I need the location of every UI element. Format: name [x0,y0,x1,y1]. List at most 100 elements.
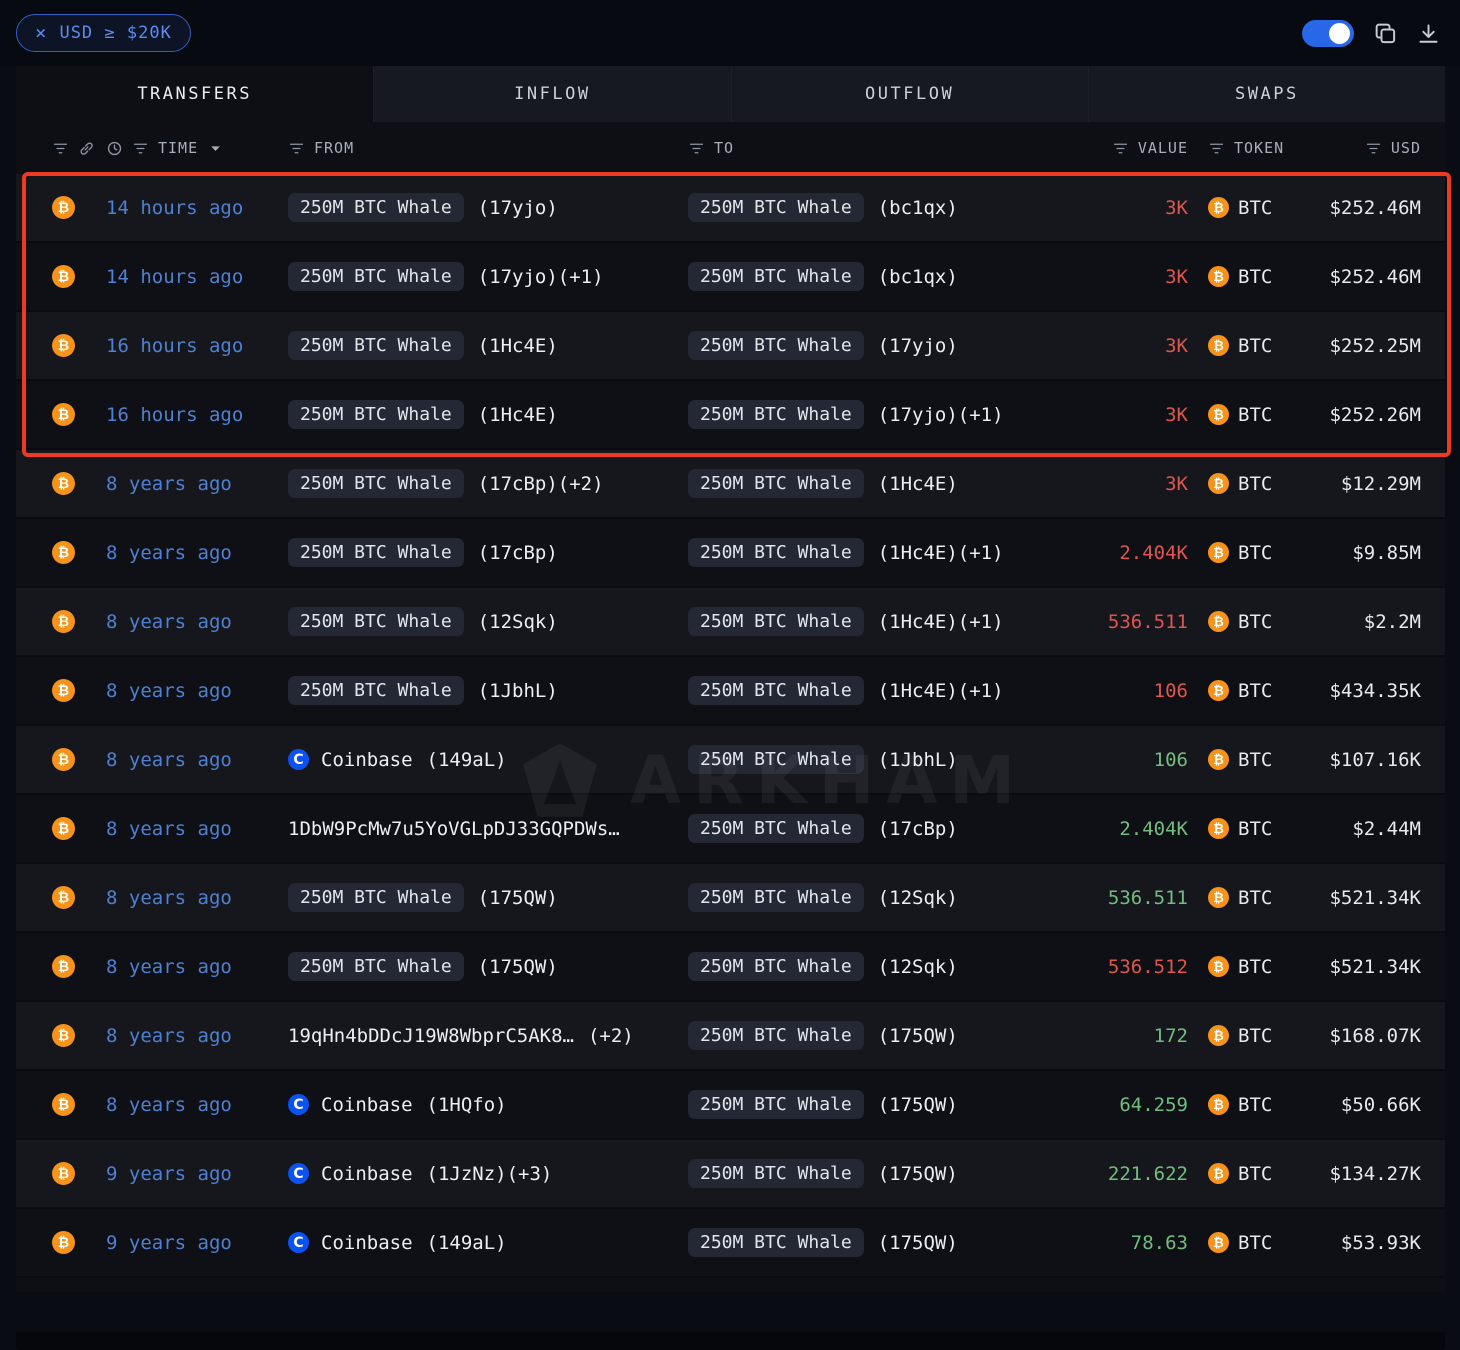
to-cell[interactable]: 250M BTC Whale (1Hc4E) [688,469,1048,498]
usd-toggle[interactable] [1302,20,1354,47]
table-row[interactable]: ₿ 9 years ago CCoinbase(1JzNz)(+3) 250M … [16,1140,1445,1209]
from-cell[interactable]: 250M BTC Whale(1JbhL) [288,676,688,705]
to-cell[interactable]: 250M BTC Whale(12Sqk) [688,883,1048,912]
address-short[interactable]: (1JbhL) [878,749,958,771]
time-link[interactable]: 9 years ago [106,1232,232,1254]
address-short[interactable]: (1Hc4E) [478,335,558,357]
time-link[interactable]: 8 years ago [106,749,232,771]
entity-chip[interactable]: 250M BTC Whale [688,745,864,774]
time-link[interactable]: 16 hours ago [106,335,243,357]
to-cell[interactable]: 250M BTC Whale (17cBp) [688,814,1048,843]
to-cell[interactable]: 250M BTC Whale(bc1qx) [688,193,1048,222]
from-cell[interactable]: 1DbW9PcMw7u5YoVGLpDJ33GQPDWs… [288,818,688,840]
address-short[interactable]: (17cBp) [478,542,558,564]
entity-chip[interactable]: 250M BTC Whale [288,952,464,981]
link-icon[interactable] [78,140,95,157]
to-cell[interactable]: 250M BTC Whale(17yjo) [688,331,1048,360]
entity-chip[interactable]: 250M BTC Whale [688,676,864,705]
address-short[interactable]: (1Hc4E)(+1) [878,680,1004,702]
time-link[interactable]: 8 years ago [106,611,232,633]
time-link[interactable]: 8 years ago [106,680,232,702]
bottom-scrollbar[interactable] [16,1332,1445,1350]
address-short[interactable]: (+2) [588,1025,634,1047]
from-cell[interactable]: 250M BTC Whale(12Sqk) [288,607,688,636]
entity-chip[interactable]: 250M BTC Whale [688,952,864,981]
table-row[interactable]: ₿ 8 years ago CCoinbase(149aL) 250M BTC … [16,726,1445,795]
entity-chip[interactable]: 250M BTC Whale [288,193,464,222]
entity-name[interactable]: Coinbase [321,1094,413,1116]
time-link[interactable]: 8 years ago [106,887,232,909]
address-short[interactable]: (1Hc4E) [878,473,958,495]
entity-name[interactable]: Coinbase [321,1232,413,1254]
entity-address[interactable]: 19qHn4bDDcJ19W8WbprC5AK8… [288,1025,574,1047]
time-link[interactable]: 14 hours ago [106,197,243,219]
to-cell[interactable]: 250M BTC Whale(175QW) [688,1228,1048,1257]
from-cell[interactable]: 250M BTC Whale (17cBp)(+2) [288,469,688,498]
address-short[interactable]: (175QW) [878,1163,958,1185]
download-icon[interactable] [1417,22,1440,45]
header-usd[interactable]: USD [1318,139,1421,157]
address-short[interactable]: (17yjo)(+1) [478,266,604,288]
from-cell[interactable]: 250M BTC Whale(17yjo)(+1) [288,262,688,291]
from-cell[interactable]: 250M BTC Whale (17cBp) [288,538,688,567]
to-cell[interactable]: 250M BTC Whale(1Hc4E)(+1) [688,538,1048,567]
copy-icon[interactable] [1374,22,1397,45]
entity-chip[interactable]: 250M BTC Whale [288,469,464,498]
address-short[interactable]: (17yjo) [478,197,558,219]
from-cell[interactable]: 250M BTC Whale(175QW) [288,883,688,912]
address-short[interactable]: (175QW) [878,1094,958,1116]
address-short[interactable]: (17cBp)(+2) [478,473,604,495]
header-time[interactable]: TIME [106,139,288,157]
from-cell[interactable]: CCoinbase(149aL) [288,1232,688,1254]
time-link[interactable]: 8 years ago [106,818,232,840]
table-row[interactable]: ₿ 14 hours ago 250M BTC Whale(17yjo) 250… [16,174,1445,243]
chevron-down-icon[interactable] [207,140,224,157]
time-link[interactable]: 8 years ago [106,542,232,564]
time-link[interactable]: 8 years ago [106,473,232,495]
address-short[interactable]: (bc1qx) [878,266,958,288]
entity-chip[interactable]: 250M BTC Whale [688,883,864,912]
usd-filter-chip[interactable]: × USD ≥ $20K [16,14,191,52]
address-short[interactable]: (17yjo)(+1) [878,404,1004,426]
address-short[interactable]: (1HQfo) [427,1094,507,1116]
from-cell[interactable]: 250M BTC Whale (17yjo) [288,193,688,222]
from-cell[interactable]: CCoinbase(1JzNz)(+3) [288,1163,688,1185]
entity-chip[interactable]: 250M BTC Whale [688,1159,864,1188]
table-row[interactable]: ₿ 16 hours ago 250M BTC Whale(1Hc4E) 250… [16,381,1445,450]
to-cell[interactable]: 250M BTC Whale (bc1qx) [688,262,1048,291]
time-link[interactable]: 8 years ago [106,1094,232,1116]
table-row[interactable]: ₿ 8 years ago CCoinbase(1HQfo) 250M BTC … [16,1071,1445,1140]
table-row[interactable]: ₿ 9 years ago CCoinbase(149aL) 250M BTC … [16,1209,1445,1278]
header-token[interactable]: TOKEN [1188,139,1318,157]
table-row[interactable]: ₿ 8 years ago 1DbW9PcMw7u5YoVGLpDJ33GQPD… [16,795,1445,864]
from-cell[interactable]: CCoinbase(1HQfo) [288,1094,688,1116]
to-cell[interactable]: 250M BTC Whale (17yjo)(+1) [688,400,1048,429]
from-cell[interactable]: 19qHn4bDDcJ19W8WbprC5AK8… (+2) [288,1025,688,1047]
address-short[interactable]: (17yjo) [878,335,958,357]
filter-icon[interactable] [132,140,149,157]
address-short[interactable]: (17cBp) [878,818,958,840]
entity-chip[interactable]: 250M BTC Whale [688,193,864,222]
from-cell[interactable]: 250M BTC Whale (1Hc4E) [288,331,688,360]
entity-chip[interactable]: 250M BTC Whale [688,1021,864,1050]
tab-swaps[interactable]: SWAPS [1088,66,1445,122]
entity-chip[interactable]: 250M BTC Whale [688,814,864,843]
header-to[interactable]: TO [688,139,1048,157]
to-cell[interactable]: 250M BTC Whale (12Sqk) [688,952,1048,981]
table-row[interactable]: ₿ 8 years ago 250M BTC Whale(175QW) 250M… [16,933,1445,1002]
table-row[interactable]: ₿ 14 hours ago 250M BTC Whale(17yjo)(+1)… [16,243,1445,312]
entity-chip[interactable]: 250M BTC Whale [288,400,464,429]
address-short[interactable]: (175QW) [478,956,558,978]
header-value[interactable]: VALUE [1048,139,1188,157]
filter-icon[interactable] [1208,140,1225,157]
entity-chip[interactable]: 250M BTC Whale [688,469,864,498]
address-short[interactable]: (12Sqk) [878,956,958,978]
entity-chip[interactable]: 250M BTC Whale [688,400,864,429]
address-short[interactable]: (175QW) [878,1025,958,1047]
entity-chip[interactable]: 250M BTC Whale [288,538,464,567]
address-short[interactable]: (175QW) [878,1232,958,1254]
entity-chip[interactable]: 250M BTC Whale [688,262,864,291]
table-row[interactable]: ₿ 8 years ago 250M BTC Whale(175QW) 250M… [16,864,1445,933]
address-short[interactable]: (175QW) [478,887,558,909]
entity-chip[interactable]: 250M BTC Whale [288,331,464,360]
